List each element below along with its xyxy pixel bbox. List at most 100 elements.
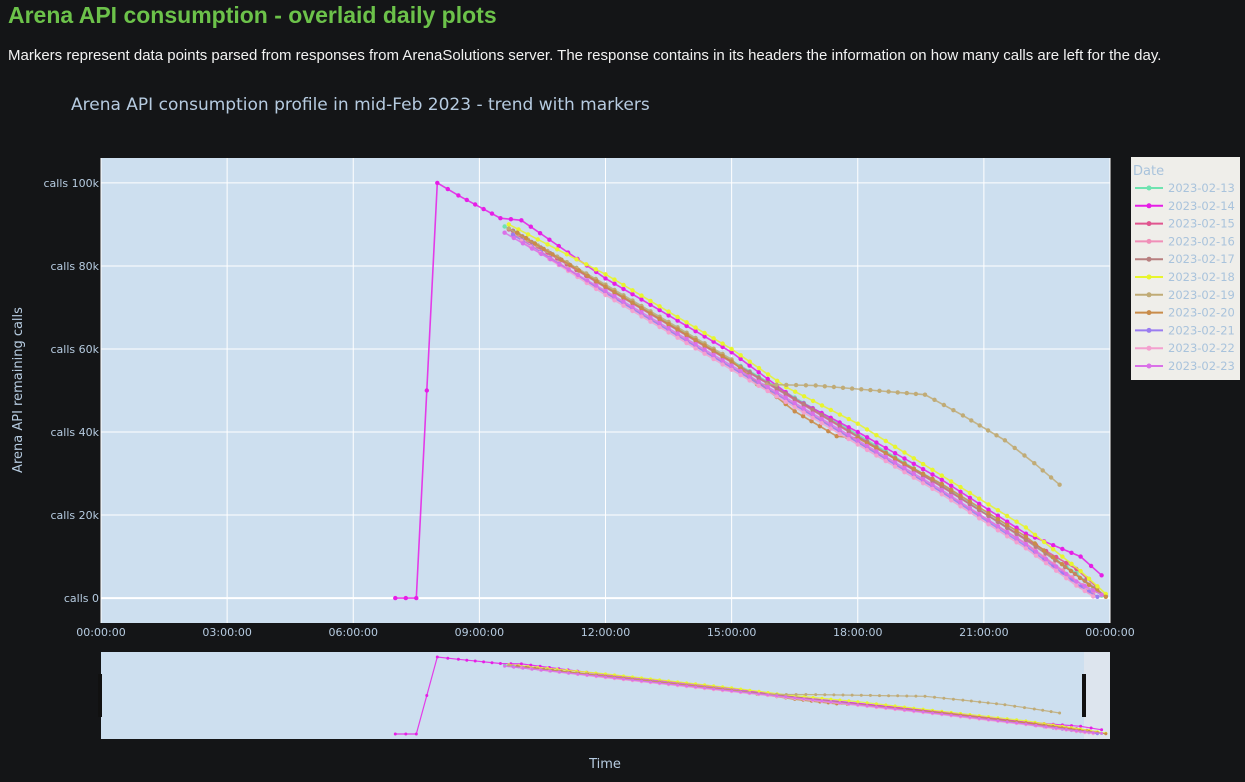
data-point[interactable] [1099, 573, 1104, 578]
data-point[interactable] [675, 314, 680, 320]
data-point[interactable] [911, 471, 916, 476]
data-point[interactable] [958, 499, 963, 505]
data-point[interactable] [958, 504, 963, 509]
data-point[interactable] [403, 595, 408, 601]
data-point[interactable] [1059, 562, 1065, 567]
data-point[interactable] [810, 407, 815, 412]
data-point[interactable] [960, 413, 966, 418]
data-point[interactable] [1078, 554, 1083, 559]
data-point[interactable] [810, 398, 816, 404]
data-point[interactable] [1005, 529, 1010, 535]
data-point[interactable] [783, 399, 788, 404]
data-point[interactable] [765, 372, 771, 377]
data-point[interactable] [1022, 453, 1027, 458]
data-point[interactable] [445, 186, 450, 192]
data-point[interactable] [911, 456, 916, 461]
data-point[interactable] [939, 487, 944, 493]
data-point[interactable] [1033, 553, 1039, 558]
data-point[interactable] [883, 454, 888, 460]
data-point[interactable] [630, 308, 635, 314]
data-point[interactable] [939, 481, 944, 487]
data-point[interactable] [939, 473, 944, 478]
data-point[interactable] [1103, 594, 1109, 599]
data-point[interactable] [995, 528, 1001, 533]
data-point[interactable] [520, 241, 526, 246]
data-point[interactable] [648, 298, 653, 304]
data-point[interactable] [986, 511, 991, 516]
data-point[interactable] [648, 319, 653, 324]
data-point[interactable] [756, 365, 762, 371]
data-point[interactable] [949, 498, 954, 503]
data-point[interactable] [986, 522, 991, 527]
data-point[interactable] [1086, 582, 1092, 587]
data-point[interactable] [612, 281, 617, 286]
data-point[interactable] [1041, 548, 1047, 553]
data-point[interactable] [630, 288, 635, 293]
data-point[interactable] [911, 475, 916, 480]
data-point[interactable] [612, 294, 617, 299]
data-point[interactable] [666, 330, 671, 335]
data-point[interactable] [693, 337, 698, 343]
data-point[interactable] [720, 341, 725, 346]
data-point[interactable] [874, 449, 879, 454]
data-point[interactable] [855, 429, 860, 435]
data-point[interactable] [977, 505, 982, 510]
data-point[interactable] [855, 421, 860, 426]
data-point[interactable] [939, 492, 944, 497]
data-point[interactable] [837, 431, 842, 436]
data-point[interactable] [711, 348, 716, 353]
data-point[interactable] [621, 286, 626, 292]
data-point[interactable] [1012, 445, 1017, 451]
data-point[interactable] [994, 433, 999, 438]
data-point[interactable] [639, 310, 644, 315]
data-point[interactable] [1014, 528, 1019, 533]
data-point[interactable] [693, 346, 698, 351]
data-point[interactable] [913, 391, 919, 397]
data-point[interactable] [639, 314, 644, 319]
data-point[interactable] [1057, 482, 1062, 487]
data-point[interactable] [949, 487, 954, 492]
data-point[interactable] [801, 410, 806, 415]
data-point[interactable] [949, 479, 954, 484]
data-point[interactable] [765, 376, 770, 382]
data-point[interactable] [904, 390, 909, 396]
data-point[interactable] [864, 443, 870, 449]
data-point[interactable] [951, 408, 956, 413]
data-point[interactable] [528, 224, 533, 229]
data-point[interactable] [594, 279, 599, 284]
data-point[interactable] [1074, 583, 1079, 588]
data-point[interactable] [515, 230, 520, 235]
data-point[interactable] [846, 416, 851, 422]
data-point[interactable] [481, 206, 486, 212]
data-point[interactable] [574, 257, 579, 262]
data-point[interactable] [1005, 522, 1010, 528]
data-point[interactable] [877, 388, 882, 393]
data-point[interactable] [666, 313, 671, 318]
data-point[interactable] [523, 235, 529, 241]
data-point[interactable] [557, 262, 562, 267]
data-point[interactable] [977, 423, 982, 428]
data-point[interactable] [684, 320, 689, 325]
data-point[interactable] [648, 302, 653, 307]
data-point[interactable] [456, 193, 461, 198]
data-point[interactable] [603, 284, 608, 289]
data-point[interactable] [702, 347, 707, 352]
data-point[interactable] [932, 397, 937, 402]
data-point[interactable] [810, 411, 815, 416]
data-point[interactable] [783, 395, 788, 400]
data-point[interactable] [1091, 588, 1096, 593]
data-point[interactable] [819, 420, 824, 426]
data-point[interactable] [784, 382, 789, 388]
data-point[interactable] [774, 394, 779, 399]
data-point[interactable] [519, 218, 524, 223]
data-point[interactable] [1064, 576, 1069, 581]
data-point[interactable] [630, 292, 635, 297]
data-point[interactable] [584, 262, 589, 267]
data-point[interactable] [846, 432, 851, 438]
data-point[interactable] [883, 458, 888, 464]
data-point[interactable] [720, 362, 725, 367]
data-point[interactable] [977, 516, 982, 521]
data-point[interactable] [1082, 583, 1088, 589]
data-point[interactable] [1099, 592, 1104, 597]
data-point[interactable] [813, 383, 818, 388]
